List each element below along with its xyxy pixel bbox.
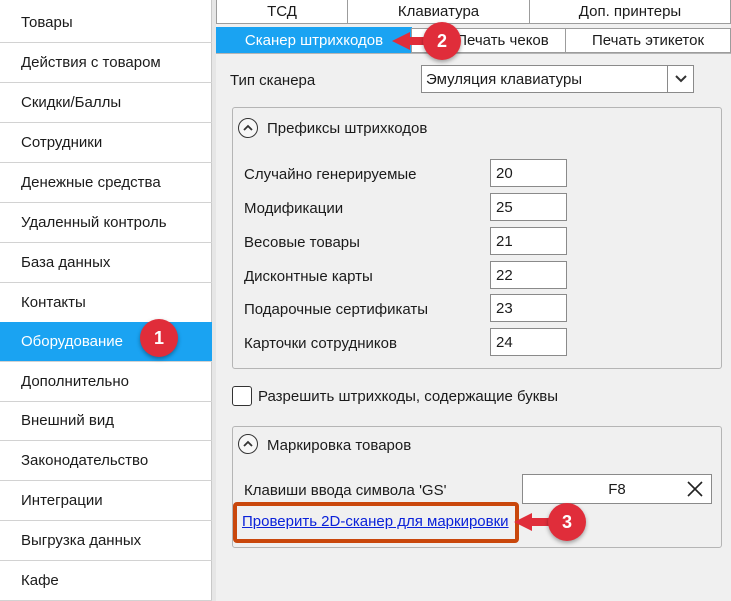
sidebar-item-additional[interactable]: Дополнительно (0, 362, 212, 402)
prefix-value: 22 (496, 266, 513, 284)
sidebar-item-products[interactable]: Товары (0, 3, 212, 43)
prefixes-title: Префиксы штрихкодов (267, 120, 428, 137)
sidebar-item-product-actions[interactable]: Действия с товаром (0, 43, 212, 83)
sidebar-item-label: Товары (21, 14, 73, 31)
sidebar-item-label: Интеграции (21, 492, 103, 509)
collapse-icon[interactable] (238, 434, 258, 454)
prefix-value: 25 (496, 198, 513, 216)
prefix-modifications-field[interactable]: 25 (490, 193, 567, 221)
step-number: 2 (436, 30, 447, 51)
gs-key-value: F8 (608, 480, 626, 498)
step-marker: 2 (423, 22, 461, 60)
prefix-value: 20 (496, 164, 513, 182)
sidebar-item-label: Оборудование (21, 333, 124, 350)
step-marker: 1 (140, 319, 178, 357)
sidebar-item-label: Сотрудники (21, 134, 103, 151)
sidebar-item-employees[interactable]: Сотрудники (0, 123, 212, 163)
sidebar-item-label: Внешний вид (21, 412, 114, 429)
prefix-value: 24 (496, 333, 513, 351)
allow-letters-checkbox[interactable] (232, 386, 252, 406)
sidebar-item-label: Контакты (21, 294, 86, 311)
gs-key-field[interactable]: F8 (522, 474, 712, 504)
sidebar-item-label: Удаленный контроль (21, 214, 167, 231)
prefix-label: Подарочные сертификаты (244, 301, 429, 318)
scanner-type-label: Тип сканера (230, 72, 316, 89)
prefix-label: Случайно генерируемые (244, 166, 417, 183)
sidebar-item-integrations[interactable]: Интеграции (0, 481, 212, 521)
step-number: 1 (153, 327, 164, 348)
prefix-label: Модификации (244, 200, 344, 217)
close-icon[interactable] (685, 479, 705, 499)
sidebar-item-label: База данных (21, 254, 111, 271)
prefix-weight-field[interactable]: 21 (490, 227, 567, 255)
sidebar-item-label: Выгрузка данных (21, 532, 142, 549)
tab-label: Доп. принтеры (578, 3, 682, 20)
prefix-value: 23 (496, 299, 513, 317)
check-2d-scanner-link[interactable]: Проверить 2D-сканер для маркировки (242, 513, 509, 530)
sidebar-item-discounts[interactable]: Скидки/Баллы (0, 83, 212, 123)
prefix-label: Дисконтные карты (244, 268, 373, 285)
collapse-icon[interactable] (238, 118, 258, 138)
sidebar-item-database[interactable]: База данных (0, 243, 212, 283)
tab-label: Печать этикеток (591, 32, 705, 49)
prefix-employee-cards-field[interactable]: 24 (490, 328, 567, 356)
sidebar-item-contacts[interactable]: Контакты (0, 283, 212, 323)
tab-keyboard[interactable]: Клавиатура (347, 0, 530, 24)
prefix-label: Весовые товары (244, 234, 360, 251)
chevron-down-icon[interactable] (667, 66, 693, 92)
prefix-label: Карточки сотрудников (244, 335, 397, 352)
settings-sidebar: Товары Действия с товаром Скидки/Баллы С… (0, 0, 212, 601)
prefix-discount-cards-field[interactable]: 22 (490, 261, 567, 289)
sidebar-item-label: Дополнительно (21, 373, 129, 390)
sidebar-item-data-export[interactable]: Выгрузка данных (0, 521, 212, 561)
prefix-value: 21 (496, 232, 513, 250)
sidebar-item-label: Действия с товаром (21, 54, 161, 71)
gs-label: Клавиши ввода символа 'GS' (244, 482, 447, 499)
tab-tsd[interactable]: ТСД (216, 0, 348, 24)
allow-letters-label: Разрешить штрихкоды, содержащие буквы (258, 388, 559, 405)
sidebar-item-money[interactable]: Денежные средства (0, 163, 212, 203)
sidebar-item-label: Кафе (21, 572, 59, 589)
sidebar-item-label: Законодательство (21, 452, 149, 469)
tab-barcode-scanner[interactable]: Сканер штрихкодов (216, 27, 412, 54)
prefix-random-field[interactable]: 20 (490, 159, 567, 187)
marking-title: Маркировка товаров (267, 437, 412, 454)
tab-label: Сканер штрихкодов (244, 32, 384, 49)
step-number: 3 (561, 511, 572, 532)
tab-label: Клавиатура (397, 3, 480, 20)
tab-extra-printers[interactable]: Доп. принтеры (529, 0, 731, 24)
sidebar-item-label: Денежные средства (21, 174, 161, 191)
prefix-gift-cards-field[interactable]: 23 (490, 294, 567, 322)
step-marker: 3 (548, 503, 586, 541)
sidebar-item-label: Скидки/Баллы (21, 94, 122, 111)
tab-label-printing[interactable]: Печать этикеток (565, 28, 731, 53)
scanner-type-value: Эмуляция клавиатуры (426, 70, 583, 88)
tab-label: ТСД (267, 3, 297, 20)
sidebar-item-appearance[interactable]: Внешний вид (0, 401, 212, 441)
sidebar-item-equipment[interactable]: Оборудование (0, 322, 212, 362)
splitter[interactable] (212, 0, 216, 601)
sidebar-item-remote-control[interactable]: Удаленный контроль (0, 203, 212, 243)
sidebar-item-cafe[interactable]: Кафе (0, 561, 212, 601)
tab-divider (216, 53, 731, 54)
sidebar-item-legislation[interactable]: Законодательство (0, 441, 212, 481)
scanner-type-select[interactable]: Эмуляция клавиатуры (421, 65, 694, 93)
